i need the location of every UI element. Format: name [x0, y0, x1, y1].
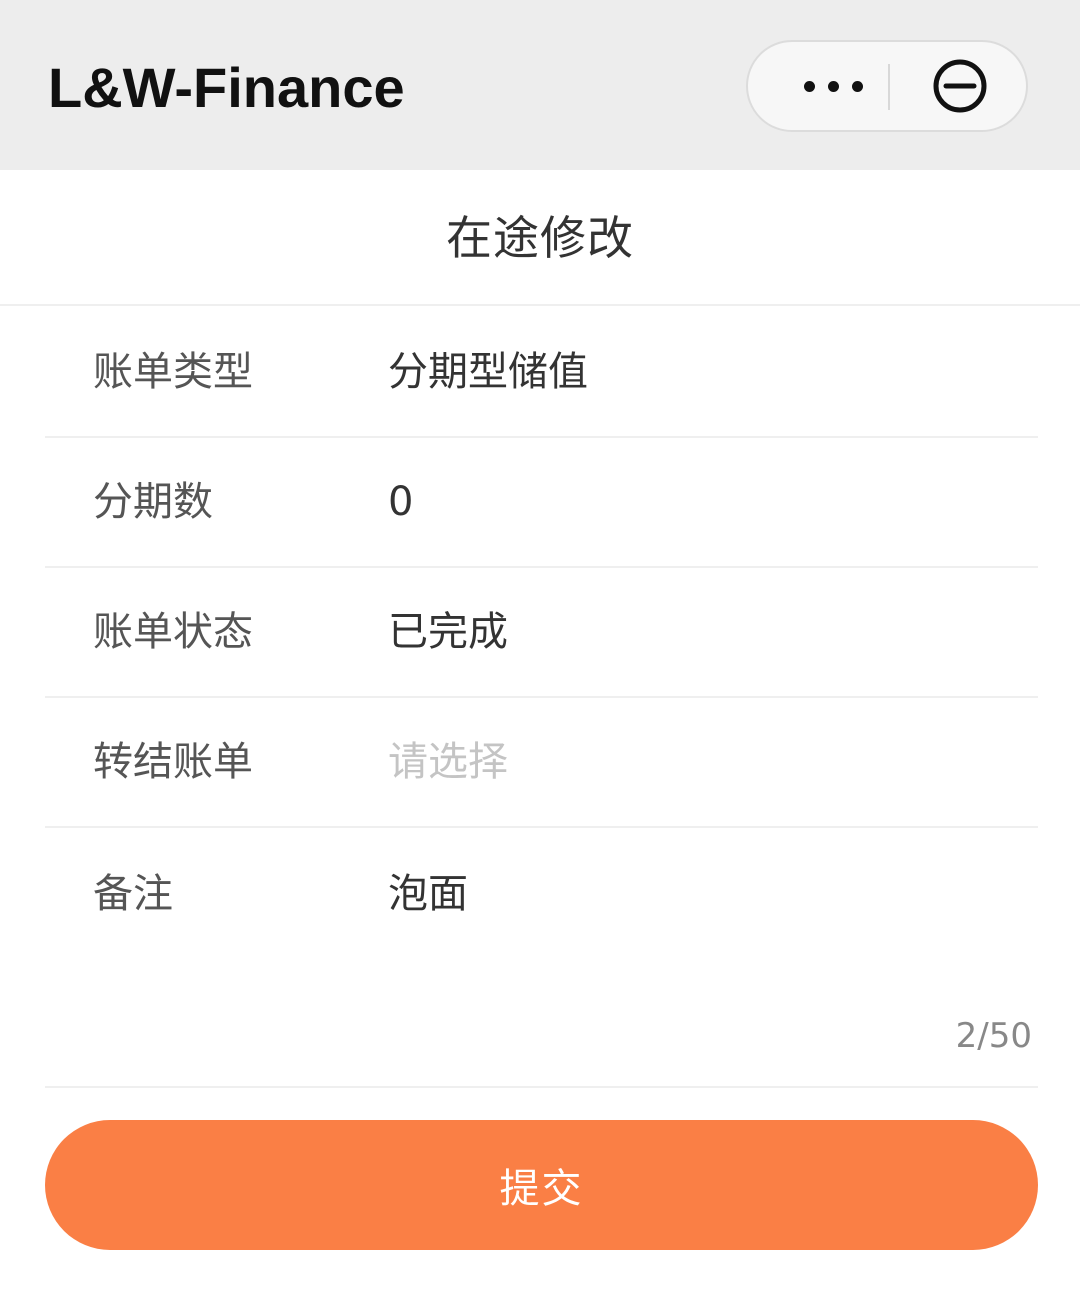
bill-status-value[interactable]: 已完成: [388, 608, 508, 656]
installments-row[interactable]: 分期数 0: [45, 438, 1038, 568]
page-header: 在途修改: [0, 170, 1080, 306]
remark-row[interactable]: 备注 泡面: [45, 828, 1038, 1088]
app-title: L&W-Finance: [48, 56, 405, 119]
installments-label: 分期数: [93, 479, 213, 525]
bill-type-value[interactable]: 分期型储值: [388, 348, 588, 396]
circle-minus-icon[interactable]: [932, 58, 988, 118]
page-title: 在途修改: [446, 211, 634, 265]
transfer-bill-label: 转结账单: [93, 739, 253, 785]
bill-type-row[interactable]: 账单类型 分期型储值: [45, 308, 1038, 438]
more-dots-icon[interactable]: [778, 42, 888, 130]
submit-button[interactable]: 提交: [45, 1120, 1038, 1250]
submit-button-label: 提交: [499, 1166, 584, 1212]
transfer-bill-row[interactable]: 转结账单 请选择: [45, 698, 1038, 828]
mini-program-capsule: [746, 40, 1028, 132]
bill-type-label: 账单类型: [93, 349, 253, 395]
remark-char-counter: 2/50: [955, 1016, 1032, 1056]
bill-status-row[interactable]: 账单状态 已完成: [45, 568, 1038, 698]
capsule-divider: [888, 64, 890, 110]
installments-input[interactable]: 0: [388, 478, 413, 526]
transfer-bill-select[interactable]: 请选择: [388, 738, 508, 786]
bill-status-label: 账单状态: [93, 609, 253, 655]
remark-label: 备注: [93, 871, 173, 917]
app-top-bar: L&W-Finance: [0, 0, 1080, 170]
remark-textarea[interactable]: 泡面: [388, 870, 468, 918]
